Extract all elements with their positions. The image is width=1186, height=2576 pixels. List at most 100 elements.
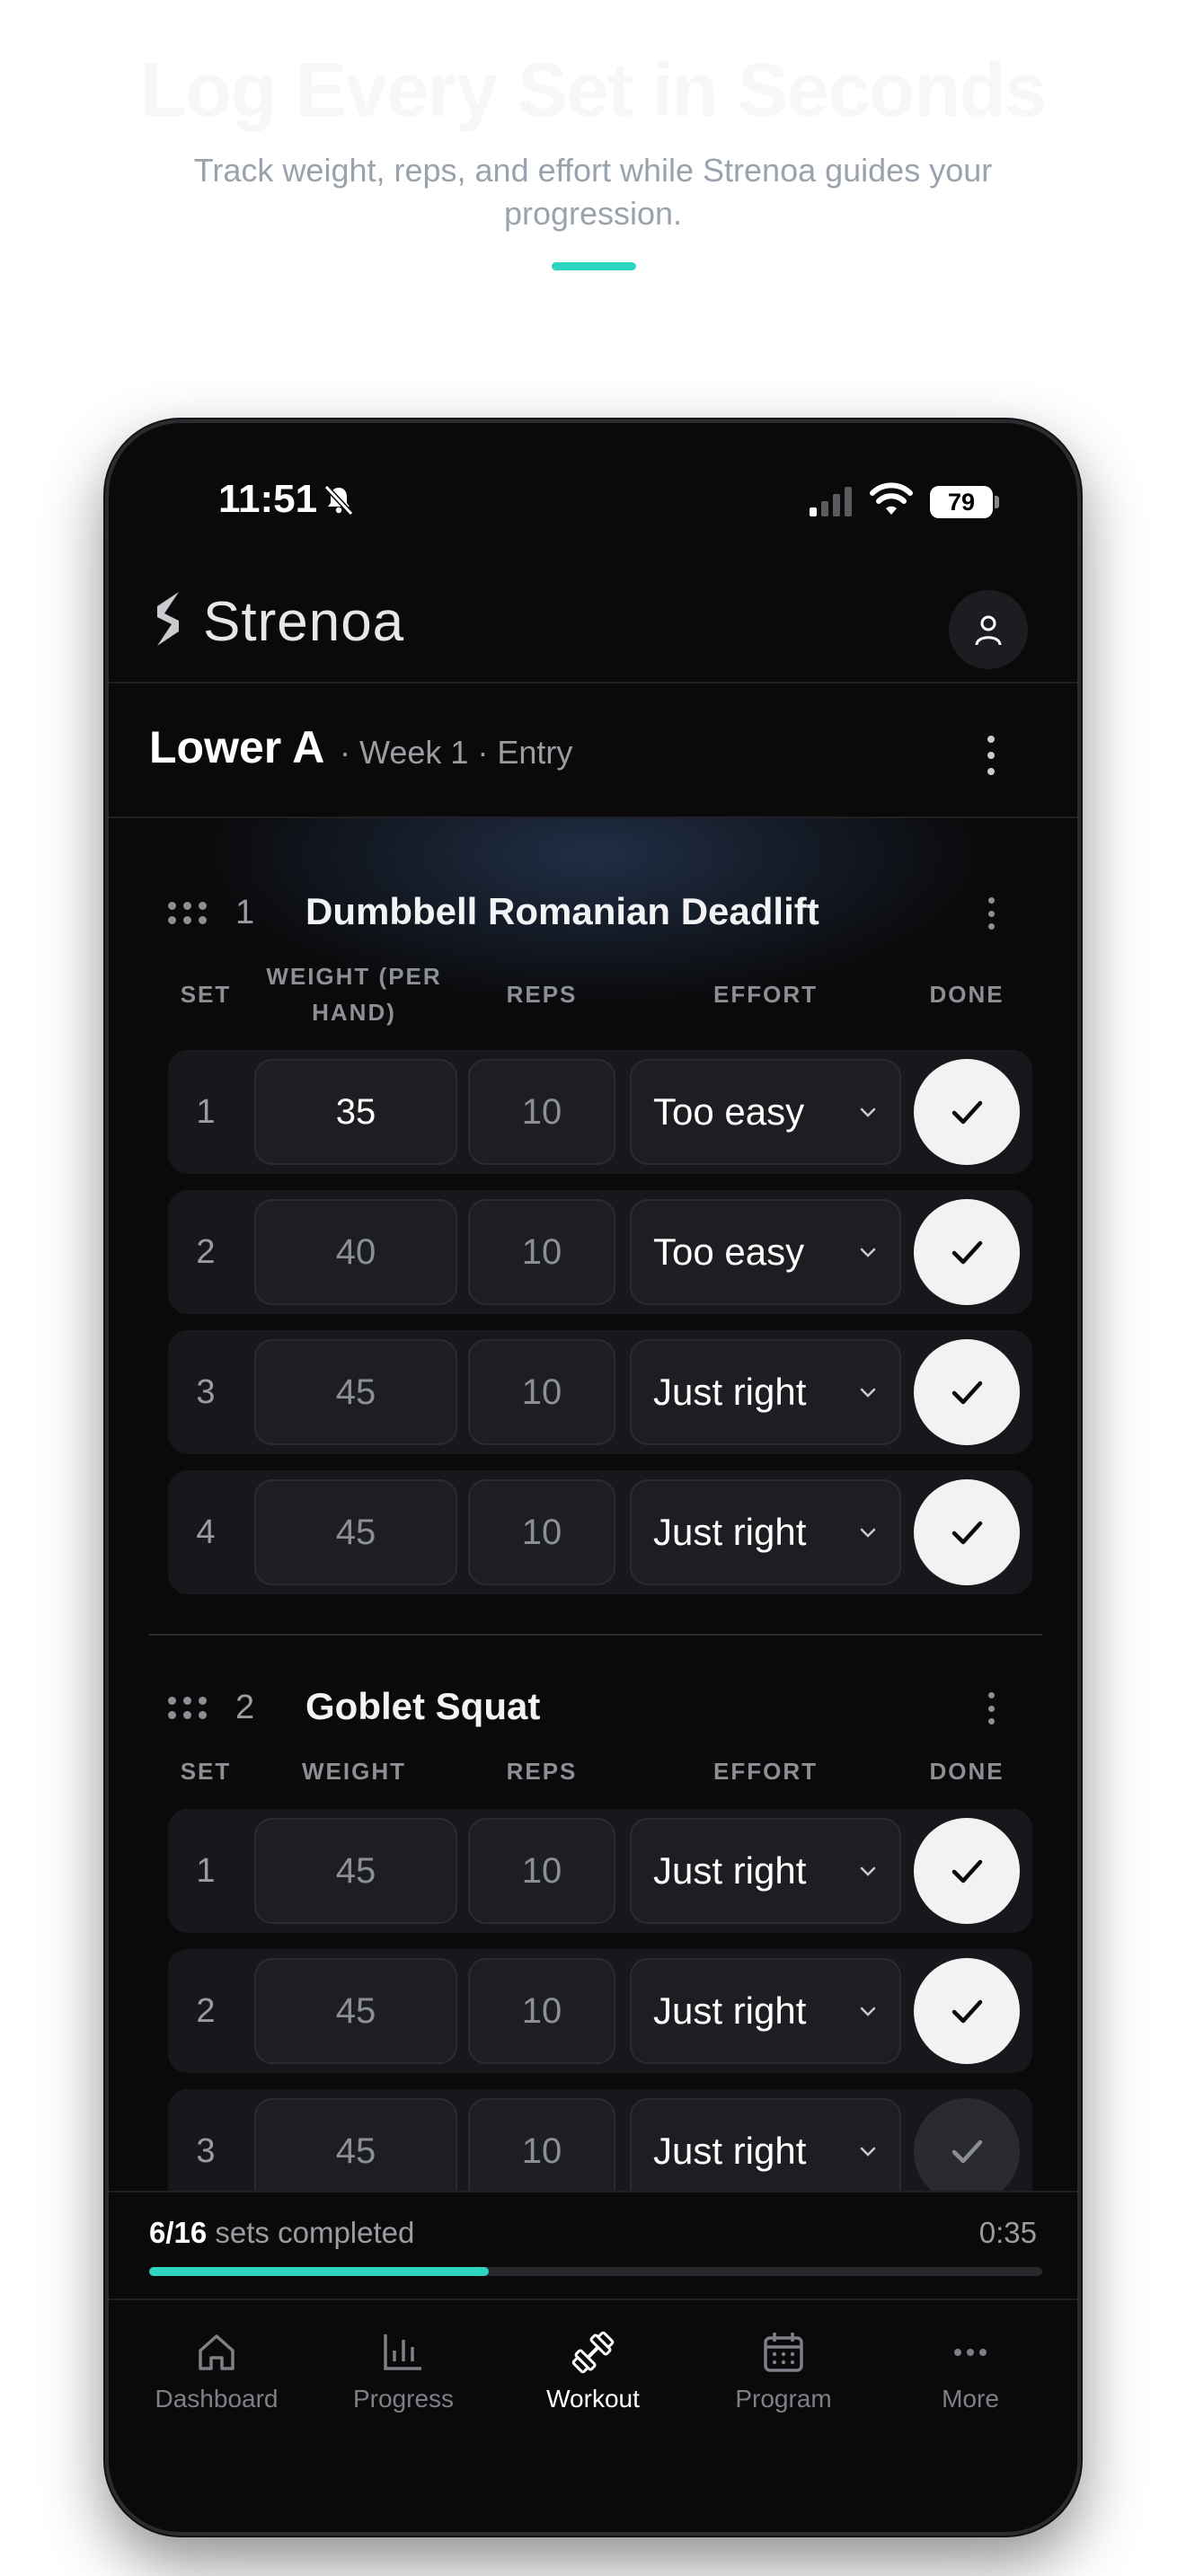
set-done-button[interactable] <box>914 1059 1020 1165</box>
set-row: 1 45 10 Just right <box>168 1809 1032 1933</box>
effort-select[interactable]: Just right <box>630 1339 901 1445</box>
weight-input[interactable]: 45 <box>254 1479 457 1585</box>
effort-value: Too easy <box>653 1090 805 1133</box>
chevron-down-icon <box>860 1866 876 1876</box>
user-icon <box>975 615 1002 646</box>
dot <box>987 752 995 759</box>
set-number: 2 <box>196 1992 216 2030</box>
bell-muted-icon <box>323 484 354 516</box>
weight-input[interactable]: 45 <box>254 1958 457 2064</box>
exercise-number: 1 <box>235 894 255 931</box>
nav-program[interactable]: Program <box>694 2327 873 2426</box>
set-done-button[interactable] <box>914 1479 1020 1585</box>
col-header-effort: EFFORT <box>713 981 818 1008</box>
effort-select[interactable]: Just right <box>630 2098 901 2204</box>
hero-accent-bar <box>552 262 636 270</box>
effort-value: Just right <box>653 1371 807 1413</box>
cell-signal-icon <box>810 487 852 516</box>
reps-input[interactable]: 10 <box>468 2098 615 2204</box>
effort-select[interactable]: Just right <box>630 1958 901 2064</box>
progress-summary: 6/16 sets completed <box>149 2216 414 2250</box>
exercise-name: Goblet Squat <box>305 1685 541 1727</box>
set-done-button[interactable] <box>914 1199 1020 1305</box>
nav-label: More <box>942 2385 999 2413</box>
weight-input[interactable]: 40 <box>254 1199 457 1305</box>
exercise-name: Dumbbell Romanian Deadlift <box>305 890 819 932</box>
checkmark-icon <box>951 1859 983 1883</box>
chart-icon <box>384 2334 421 2370</box>
set-done-button[interactable] <box>914 2098 1020 2204</box>
effort-value: Just right <box>653 1989 807 2032</box>
nav-workout[interactable]: Workout <box>503 2327 683 2426</box>
workout-meta: · Week 1 · Entry <box>340 734 573 771</box>
more-icon <box>954 2349 987 2356</box>
nav-label: Progress <box>352 2385 455 2413</box>
chevron-down-icon <box>860 2007 876 2016</box>
profile-button[interactable] <box>949 590 1028 669</box>
brand-name: Strenoa <box>203 591 405 653</box>
status-time: 11:51 <box>218 477 318 521</box>
calendar-icon <box>764 2333 803 2372</box>
chevron-down-icon <box>860 1388 876 1398</box>
col-header-done: DONE <box>929 1758 1005 1785</box>
col-header-set: SET <box>180 1758 232 1785</box>
set-row: 3 45 10 Just right <box>168 1330 1032 1454</box>
chevron-down-icon <box>860 1248 876 1257</box>
reps-input[interactable]: 10 <box>468 1339 615 1445</box>
col-header-effort: EFFORT <box>713 1758 818 1785</box>
nav-more[interactable]: More <box>881 2327 1060 2426</box>
checkmark-icon <box>951 2139 983 2164</box>
nav-dashboard[interactable]: Dashboard <box>127 2327 306 2426</box>
weight-input[interactable]: 45 <box>254 1339 457 1445</box>
set-row: 1 35 10 Too easy <box>168 1050 1032 1174</box>
set-row: 4 45 10 Just right <box>168 1470 1032 1594</box>
col-header-done: DONE <box>929 981 1005 1008</box>
set-done-button[interactable] <box>914 1958 1020 2064</box>
set-done-button[interactable] <box>914 1818 1020 1924</box>
effort-select[interactable]: Too easy <box>630 1059 901 1165</box>
effort-select[interactable]: Just right <box>630 1818 901 1924</box>
checkmark-icon <box>951 1381 983 1405</box>
col-header-set: SET <box>180 981 232 1008</box>
exercise-menu-button[interactable] <box>978 1689 1005 1728</box>
nav-label: Program <box>735 2385 832 2413</box>
home-icon <box>199 2334 235 2370</box>
reps-input[interactable]: 10 <box>468 1958 615 2064</box>
checkmark-icon <box>951 1999 983 2024</box>
progress-count: 6/16 <box>149 2216 208 2249</box>
weight-input[interactable]: 45 <box>254 1818 457 1924</box>
checkmark-icon <box>951 1100 983 1125</box>
battery-indicator: 79 <box>930 486 993 518</box>
set-number: 4 <box>196 1513 216 1551</box>
effort-select[interactable]: Too easy <box>630 1199 901 1305</box>
progress-bar-fill <box>149 2267 489 2276</box>
set-done-button[interactable] <box>914 1339 1020 1445</box>
workout-title: Lower A <box>149 722 325 772</box>
drag-handle-icon[interactable] <box>168 902 208 925</box>
col-header-reps: REPS <box>506 981 578 1008</box>
header-divider <box>109 682 1077 684</box>
effort-value: Just right <box>653 1511 807 1553</box>
dot <box>987 768 995 775</box>
reps-input[interactable]: 10 <box>468 1059 615 1165</box>
exercise-menu-button[interactable] <box>978 894 1005 933</box>
phone-frame: 11:51 79 Strenoa Lower A · Week 1 · Entr… <box>105 419 1081 2536</box>
weight-input[interactable]: 35 <box>254 1059 457 1165</box>
progress-label: sets completed <box>215 2216 415 2249</box>
col-header-weight: WEIGHT <box>302 1758 406 1785</box>
effort-select[interactable]: Just right <box>630 1479 901 1585</box>
reps-input[interactable]: 10 <box>468 1479 615 1585</box>
set-number: 1 <box>196 1852 216 1890</box>
reps-input[interactable]: 10 <box>468 1818 615 1924</box>
progress-bar <box>149 2267 1042 2276</box>
exercise-divider <box>149 1634 1042 1636</box>
dot <box>987 736 995 743</box>
workout-menu-button[interactable] <box>973 728 1009 782</box>
drag-handle-icon[interactable] <box>168 1697 208 1720</box>
weight-input[interactable]: 45 <box>254 2098 457 2204</box>
reps-input[interactable]: 10 <box>468 1199 615 1305</box>
nav-progress[interactable]: Progress <box>314 2327 493 2426</box>
hero-title: Log Every Set in Seconds <box>140 48 1047 132</box>
wifi-icon <box>870 482 913 515</box>
set-row: 2 45 10 Just right <box>168 1949 1032 2073</box>
